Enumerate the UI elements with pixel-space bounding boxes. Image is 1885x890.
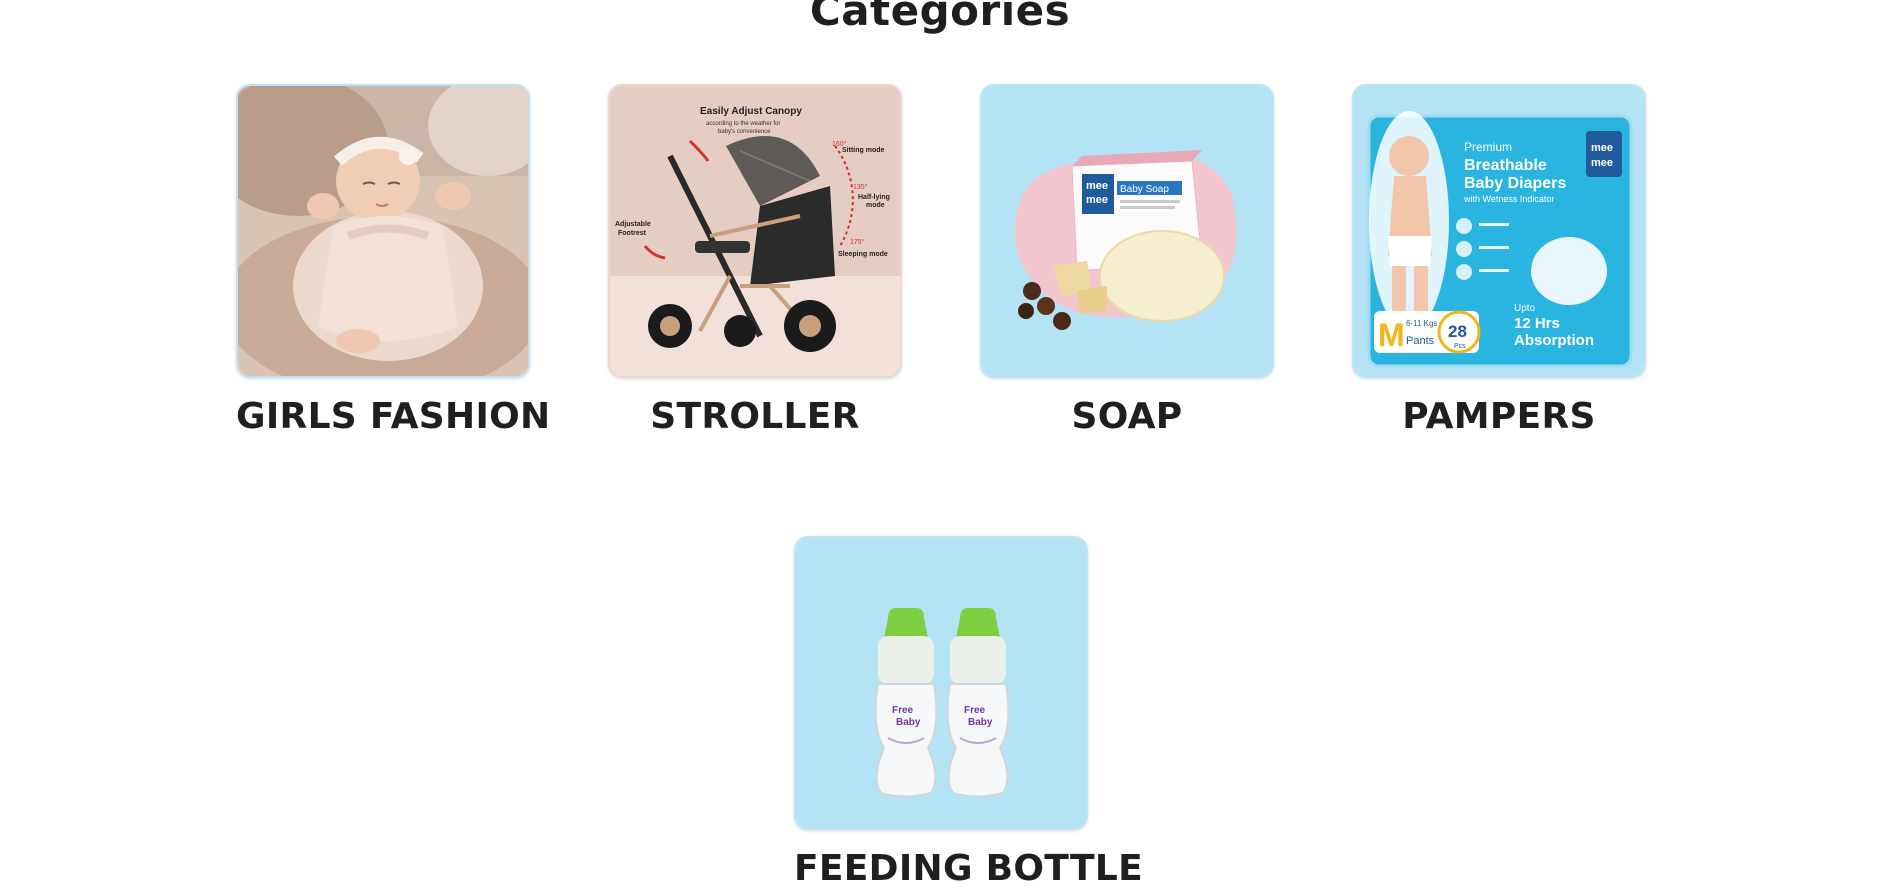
svg-text:175°: 175° [850, 238, 865, 246]
svg-text:12 Hrs: 12 Hrs [1514, 315, 1560, 332]
category-card-pampers[interactable]: Premium Breathable Baby Diapers with Wet… [1352, 84, 1646, 437]
category-card-soap[interactable]: mee mee Baby Soap SOAP [980, 84, 1274, 437]
baby-diapers-pack-image: Premium Breathable Baby Diapers with Wet… [1354, 86, 1644, 376]
svg-text:Adjustable: Adjustable [615, 221, 651, 228]
svg-text:Pcs: Pcs [1454, 343, 1466, 350]
category-label[interactable]: STROLLER [608, 396, 902, 437]
svg-text:mee: mee [1591, 157, 1613, 169]
category-card-stroller[interactable]: Easily Adjust Canopy according to the we… [608, 84, 902, 437]
category-image-stroller[interactable]: Easily Adjust Canopy according to the we… [608, 84, 902, 378]
category-label[interactable]: PAMPERS [1352, 396, 1646, 437]
svg-text:according to the weather for: according to the weather for [706, 121, 780, 127]
svg-text:28: 28 [1448, 322, 1467, 341]
svg-text:Absorption: Absorption [1514, 332, 1594, 349]
svg-text:M: M [1378, 317, 1405, 353]
page-title: Categories [809, 0, 1071, 35]
svg-text:mode: mode [866, 202, 885, 209]
baby-soap-image: mee mee Baby Soap [982, 86, 1272, 376]
svg-text:Breathable: Breathable [1464, 157, 1547, 174]
svg-text:Baby: Baby [896, 717, 921, 728]
stroller-image: Easily Adjust Canopy according to the we… [610, 86, 900, 376]
category-image-feeding-bottle[interactable]: Free Baby Free Baby [794, 536, 1088, 830]
svg-text:mee: mee [1591, 142, 1613, 154]
svg-text:Upto: Upto [1514, 303, 1536, 314]
svg-text:Baby Diapers: Baby Diapers [1464, 175, 1566, 192]
feeding-bottles-image: Free Baby Free Baby [796, 538, 1086, 828]
category-image-soap[interactable]: mee mee Baby Soap [980, 84, 1274, 378]
svg-text:6-11 Kgs: 6-11 Kgs [1406, 319, 1437, 328]
svg-text:Premium: Premium [1464, 140, 1512, 154]
svg-text:Sitting mode: Sitting mode [842, 147, 884, 154]
svg-text:Pants: Pants [1406, 335, 1435, 347]
svg-text:with Wetness Indicator: with Wetness Indicator [1463, 194, 1554, 204]
svg-text:Easily Adjust Canopy: Easily Adjust Canopy [700, 106, 802, 117]
category-label[interactable]: GIRLS FASHION [236, 396, 550, 437]
svg-text:Half-lying: Half-lying [858, 194, 890, 201]
baby-girl-in-dress-image [238, 86, 528, 376]
svg-text:Baby Soap: Baby Soap [1120, 184, 1169, 195]
category-label[interactable]: FEEDING BOTTLE [794, 848, 1143, 889]
svg-text:Footrest: Footrest [618, 230, 647, 237]
svg-text:Baby: Baby [968, 717, 993, 728]
svg-text:Sleeping mode: Sleeping mode [838, 251, 888, 258]
category-image-pampers[interactable]: Premium Breathable Baby Diapers with Wet… [1352, 84, 1646, 378]
svg-text:Free: Free [964, 705, 986, 716]
svg-text:mee: mee [1086, 194, 1108, 206]
category-image-girls-fashion[interactable] [236, 84, 530, 378]
svg-text:Free: Free [892, 705, 914, 716]
svg-text:baby's convenience: baby's convenience [718, 129, 771, 135]
category-card-feeding-bottle[interactable]: Free Baby Free Baby FEEDING BOTTLE [794, 536, 1143, 889]
category-label[interactable]: SOAP [980, 396, 1274, 437]
svg-text:135°: 135° [853, 183, 868, 191]
category-card-girls-fashion[interactable]: GIRLS FASHION [236, 84, 550, 437]
svg-text:mee: mee [1086, 180, 1108, 192]
